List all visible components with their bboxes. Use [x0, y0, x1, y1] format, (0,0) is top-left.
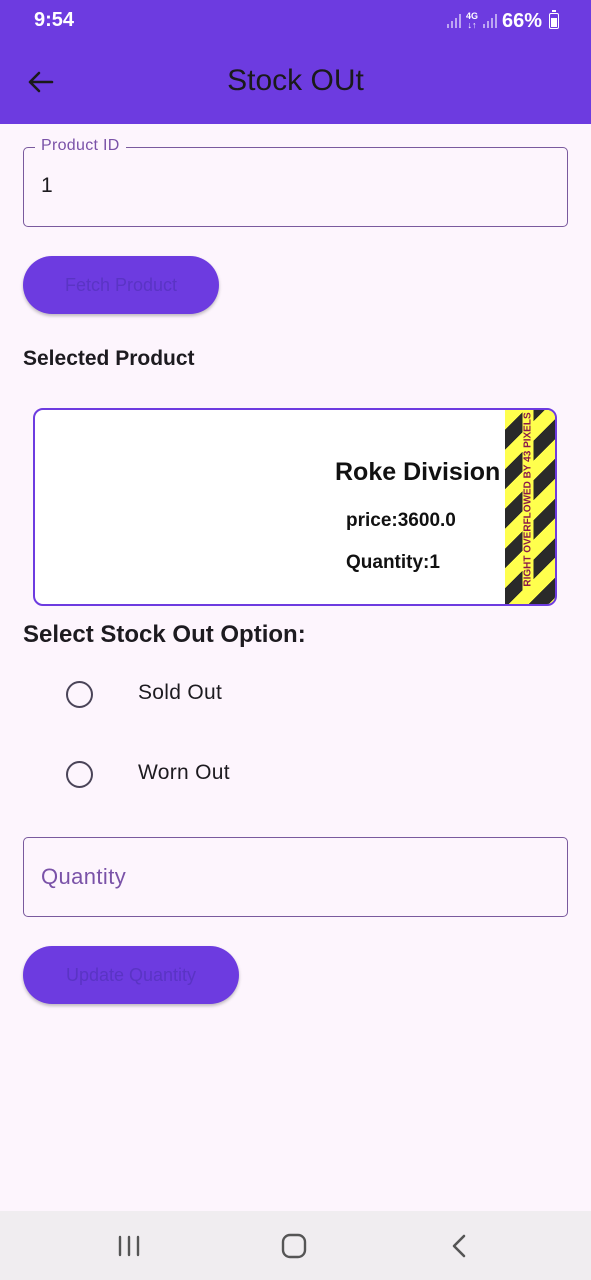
- system-nav-bar: [0, 1211, 591, 1280]
- product-price: price:3600.0: [346, 510, 456, 531]
- status-icons: 4G ↓↑ 66%: [446, 9, 559, 33]
- recent-apps-button[interactable]: [114, 1231, 144, 1261]
- radio-worn-out[interactable]: Worn Out: [66, 759, 230, 789]
- back-icon: [452, 1234, 466, 1258]
- radio-label-sold-out: Sold Out: [138, 681, 223, 704]
- battery-percent: 66%: [501, 9, 542, 32]
- signal-icon: [446, 14, 461, 28]
- signal-icon-2: [482, 14, 497, 28]
- fetch-product-button[interactable]: Fetch Product: [23, 256, 219, 314]
- network-type: 4G ↓↑: [465, 11, 478, 30]
- radio-sold-out[interactable]: Sold Out: [66, 679, 222, 709]
- update-quantity-button[interactable]: Update Quantity: [23, 946, 239, 1004]
- overflow-warning-text: RIGHT OVERFLOWED BY 43 PIXELS: [522, 410, 534, 595]
- product-id-field[interactable]: Product ID 1: [23, 137, 568, 227]
- status-time: 9:54: [34, 9, 75, 31]
- home-button[interactable]: [279, 1231, 309, 1261]
- product-quantity: Quantity:1: [346, 552, 440, 573]
- radio-label-worn-out: Worn Out: [138, 761, 230, 784]
- recent-apps-icon: [118, 1235, 140, 1257]
- quantity-field[interactable]: Quantity: [23, 837, 568, 917]
- radio-button-sold-out[interactable]: [66, 680, 93, 708]
- quantity-placeholder: Quantity: [41, 864, 127, 889]
- stock-out-option-heading: Select Stock Out Option:: [23, 621, 306, 648]
- nav-back-button[interactable]: [445, 1231, 475, 1261]
- page-title: Stock OUt: [227, 64, 364, 97]
- home-icon: [281, 1233, 307, 1259]
- battery-icon: [549, 10, 559, 29]
- selected-product-heading: Selected Product: [23, 347, 195, 370]
- product-id-label: Product ID: [35, 137, 126, 155]
- app-header: 9:54 4G ↓↑ 66% Stock OUt: [0, 0, 591, 124]
- radio-button-worn-out[interactable]: [66, 760, 93, 788]
- product-id-value[interactable]: 1: [41, 174, 53, 198]
- product-card: Roke Division in Tech price:3600.0 Quant…: [33, 408, 557, 606]
